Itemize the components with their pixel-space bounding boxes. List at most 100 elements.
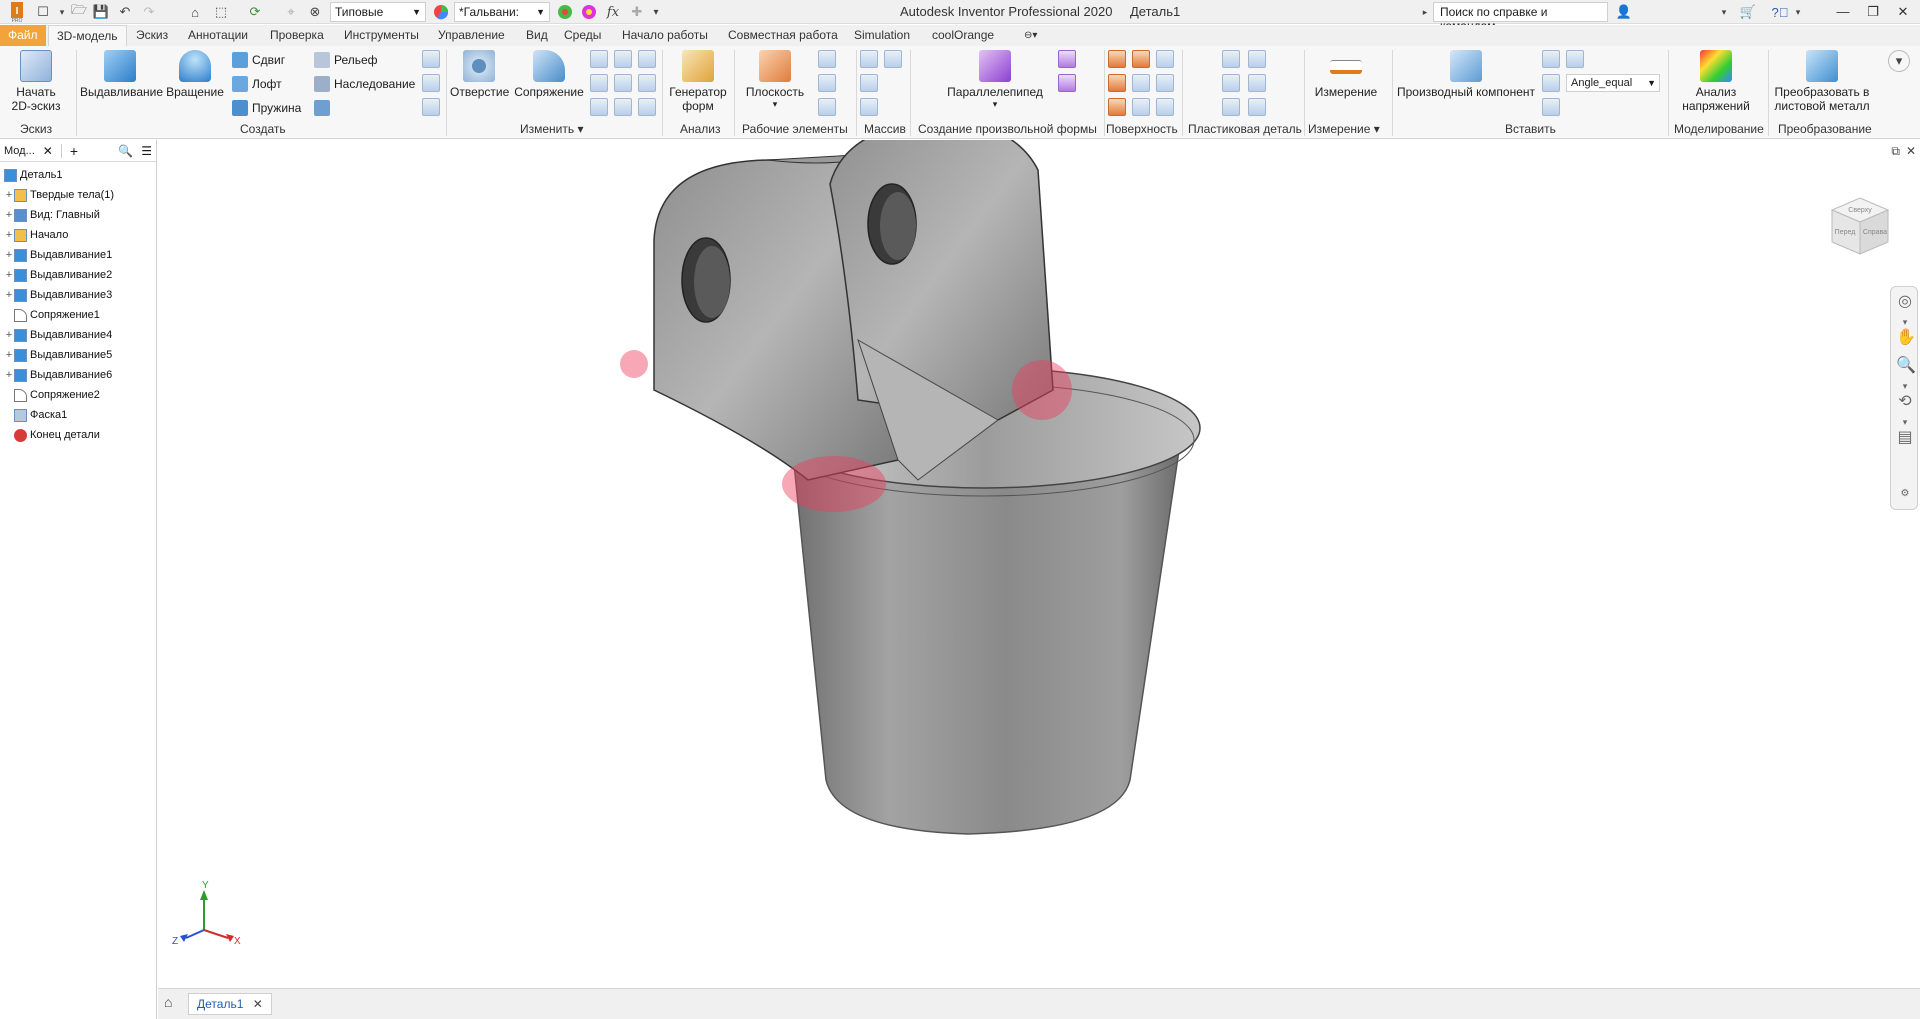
new-icon[interactable]: ☐ [34,3,52,21]
start-2d-sketch-button[interactable]: Начать 2D-эскиз [4,50,68,113]
expand-icon[interactable]: + [4,369,14,381]
undo-icon[interactable]: ↶ [116,3,134,21]
parameters-fx-icon[interactable]: fx [604,3,622,21]
steering-wheel-icon[interactable]: ◎ [1896,293,1914,311]
loft-button[interactable]: Лофт [232,74,282,94]
expand-icon[interactable]: + [4,329,14,341]
patch-icon[interactable] [1156,50,1174,68]
3d-model-part[interactable] [158,140,1920,988]
trim-icon[interactable] [1108,74,1126,92]
zoom-icon[interactable]: 🔍 [1896,357,1916,375]
stress-analysis-button[interactable]: Анализ напряжений [1676,50,1756,113]
help-dropdown-icon[interactable]: ▾ [1792,3,1804,21]
thread-icon[interactable] [590,74,608,92]
navbar-options-icon[interactable]: ⚙ [1896,485,1914,503]
new-dropdown-icon[interactable]: ▾ [56,3,68,21]
tree-item[interactable]: Конец детали [4,426,100,444]
material-combo[interactable]: *Гальвани: ▼ [454,2,550,22]
create-extra-icon-2[interactable] [422,74,440,92]
convert-sheet-metal-button[interactable]: Преобразовать в листовой металл [1772,50,1872,113]
plane-button[interactable]: Плоскость ▾ [738,50,812,110]
tree-item[interactable]: Сопряжение2 [4,386,100,404]
import-icon[interactable] [1542,50,1560,68]
point-icon[interactable] [818,74,836,92]
expand-icon[interactable]: + [4,289,14,301]
help-icon[interactable]: ?⃝ [1770,3,1790,21]
rest-icon[interactable] [1222,74,1240,92]
close-document-tab-icon[interactable]: ✕ [253,997,263,1011]
combine-icon[interactable] [614,74,632,92]
appearance-browser-icon[interactable] [580,3,598,21]
ribbon-options-icon[interactable]: ▾ [1888,50,1910,72]
boss-icon[interactable] [1248,50,1266,68]
add-browser-icon[interactable]: + [70,143,78,159]
expand-search-icon[interactable]: ▸ [1420,3,1430,21]
expand-icon[interactable]: + [4,269,14,281]
rib-button[interactable] [314,98,334,118]
stitch-icon[interactable] [1108,50,1126,68]
ucs-icon[interactable] [818,98,836,116]
insert-extra-icon[interactable] [1542,98,1560,116]
open-icon[interactable]: 🗁 [70,2,88,21]
rule-fillet-icon[interactable] [1222,98,1240,116]
tree-item[interactable]: + Выдавливание5 [4,346,112,364]
lip-icon[interactable] [1248,98,1266,116]
parameter-combo[interactable]: Angle_equal ▼ [1566,74,1660,92]
material-browser-icon[interactable] [556,3,574,21]
save-icon[interactable]: 💾 [92,3,110,21]
create-extra-icon-1[interactable] [422,50,440,68]
redo-icon[interactable]: ↷ [140,3,158,21]
rectangular-pattern-icon[interactable] [860,50,878,68]
tab-get-started[interactable]: Начало работы [614,25,716,46]
measure-quick-icon[interactable]: ⌖ [282,3,300,21]
user-icon[interactable]: 👤 [1614,3,1634,21]
tree-item[interactable]: + Выдавливание2 [4,266,112,284]
restore-button[interactable]: ❐ [1860,2,1886,22]
add-icon[interactable]: ✚ [628,3,646,21]
look-at-icon[interactable]: ▤ [1896,429,1914,447]
revolve-button[interactable]: Вращение [164,50,226,99]
orbit-icon[interactable]: ⟲ [1896,393,1914,411]
measure-button[interactable]: Измерение [1312,50,1380,99]
direct-edit-icon[interactable] [614,98,632,116]
derive-button[interactable]: Наследование [314,74,415,94]
customize-quick-access-icon[interactable]: ▾ [650,3,662,21]
draft-icon[interactable] [638,50,656,68]
appearance-icon[interactable]: ⊗ [306,3,324,21]
tab-tools[interactable]: Инструменты [336,25,427,46]
update-icon[interactable]: ⟳ [246,3,264,21]
tab-simulation[interactable]: Simulation [846,25,918,46]
tree-item[interactable]: Деталь1 [4,166,63,184]
tab-collaborate[interactable]: Совместная работа [720,25,846,46]
thicken-icon[interactable] [638,74,656,92]
select-icon[interactable]: ⬚ [212,3,230,21]
tab-environments[interactable]: Среды [556,25,609,46]
parameter-icon[interactable] [1542,74,1560,92]
tab-annotate[interactable]: Аннотации [180,25,256,46]
tree-item[interactable]: Сопряжение1 [4,306,100,324]
graphics-viewport[interactable]: ⧉ ✕ Сверху Перед Справа ◎ ▾ ✋ 🔍 ▾ ⟲ ▾ ▤ … [158,140,1920,988]
freeform-extra-icon-2[interactable] [1058,74,1076,92]
extrude-button[interactable]: Выдавливание [80,50,163,99]
tree-item[interactable]: + Вид: Главный [4,206,100,224]
circular-pattern-icon[interactable] [860,74,878,92]
derived-component-button[interactable]: Производный компонент [1396,50,1536,99]
tree-item[interactable]: + Начало [4,226,68,244]
sketch-driven-pattern-icon[interactable] [860,98,878,116]
mirror-icon[interactable] [884,50,902,68]
tree-item[interactable]: Фаска1 [4,406,67,424]
pan-hand-icon[interactable]: ✋ [1896,329,1916,347]
coil-button[interactable]: Пружина [232,98,301,118]
split-icon[interactable] [590,98,608,116]
close-window-button[interactable]: ✕ [1890,2,1916,22]
inventor-logo-icon[interactable]: I PRO [8,1,26,23]
viewcube[interactable]: Сверху Перед Справа [1824,192,1896,264]
tree-item[interactable]: + Выдавливание3 [4,286,112,304]
home-tab-icon[interactable]: ⌂ [164,994,172,1010]
ruled-surface-icon[interactable] [1108,98,1126,116]
fillet-button[interactable]: Сопряжение [512,50,586,99]
expand-icon[interactable]: + [4,349,14,361]
color-wheel-icon[interactable] [432,3,450,21]
sculpt-icon[interactable] [1132,50,1150,68]
box-freeform-button[interactable]: Параллелепипед ▾ [940,50,1050,110]
